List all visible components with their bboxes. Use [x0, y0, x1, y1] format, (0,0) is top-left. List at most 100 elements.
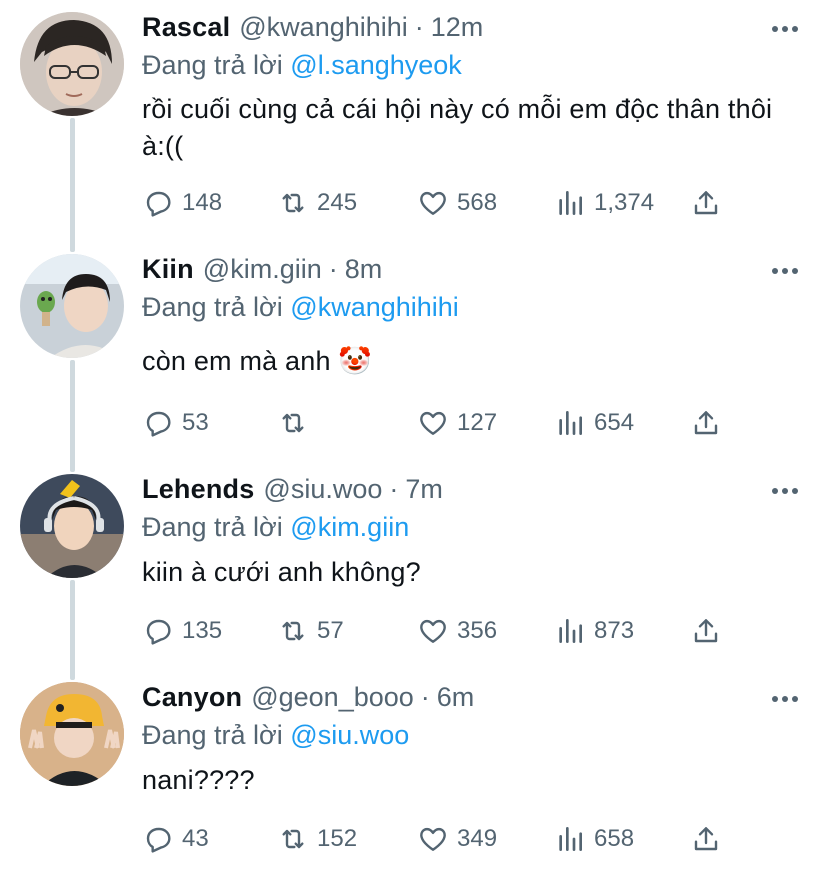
views-button[interactable]: 654 — [554, 407, 634, 439]
timestamp[interactable]: 6m — [437, 682, 475, 713]
views-button[interactable]: 873 — [554, 615, 634, 647]
reply-button[interactable]: 43 — [142, 823, 209, 855]
like-button[interactable]: 356 — [417, 615, 497, 647]
views-count: 873 — [594, 617, 635, 644]
mention-link[interactable]: @kwanghihihi — [290, 292, 459, 322]
retweet-icon — [282, 413, 304, 433]
separator-dot: · — [414, 12, 424, 42]
like-button[interactable]: 127 — [417, 407, 497, 439]
more-icon[interactable] — [772, 696, 798, 704]
tweet[interactable]: Rascal @kwanghihihi · 12m Đang trả lời @… — [0, 0, 828, 240]
like-button[interactable]: 349 — [417, 823, 497, 855]
share-button[interactable] — [690, 187, 722, 219]
views-count: 654 — [594, 409, 635, 436]
action-bar: 148 245 568 1,374 — [142, 187, 742, 219]
retweet-button[interactable] — [277, 407, 317, 439]
reply-count: 135 — [182, 617, 223, 644]
share-icon — [694, 827, 718, 851]
more-icon[interactable] — [772, 268, 798, 276]
share-button[interactable] — [690, 823, 722, 855]
mention-link[interactable]: @l.sanghyeok — [290, 50, 462, 80]
retweet-button[interactable]: 245 — [277, 187, 357, 219]
views-button[interactable]: 658 — [554, 823, 634, 855]
heart-icon — [420, 827, 446, 851]
display-name[interactable]: Rascal — [142, 12, 230, 43]
display-name[interactable]: Kiin — [142, 254, 194, 285]
reply-button[interactable]: 135 — [142, 615, 222, 647]
mention-link[interactable]: @siu.woo — [290, 720, 409, 750]
handle[interactable]: @geon_booo — [251, 682, 414, 713]
display-name[interactable]: Lehends — [142, 474, 254, 505]
more-icon[interactable] — [772, 488, 798, 496]
timestamp[interactable]: 8m — [345, 254, 383, 285]
replying-to: Đang trả lời @l.sanghyeok — [142, 50, 462, 81]
views-icon — [559, 619, 582, 643]
timestamp[interactable]: 7m — [405, 474, 443, 505]
views-icon — [559, 827, 582, 851]
heart-icon — [420, 191, 446, 215]
display-name[interactable]: Canyon — [142, 682, 242, 713]
retweet-button[interactable]: 152 — [277, 823, 357, 855]
views-count: 1,374 — [594, 189, 655, 216]
mention-link[interactable]: @kim.giin — [290, 512, 409, 542]
retweet-count: 57 — [317, 617, 344, 644]
avatar[interactable] — [20, 474, 124, 578]
handle[interactable]: @kwanghihihi — [239, 12, 408, 43]
retweet-icon — [282, 193, 304, 213]
views-icon — [559, 411, 582, 435]
reply-icon — [146, 191, 171, 217]
separator-dot: · — [420, 682, 430, 712]
tweet[interactable]: Canyon @geon_booo · 6m Đang trả lời @siu… — [0, 670, 828, 869]
like-count: 127 — [457, 409, 498, 436]
separator-dot: · — [328, 254, 338, 284]
reply-prefix: Đang trả lời — [142, 512, 283, 542]
share-icon — [694, 191, 718, 215]
reply-icon — [146, 411, 171, 437]
timestamp[interactable]: 12m — [431, 12, 484, 43]
tweet-text: còn em mà anh 🤡 — [142, 346, 373, 376]
like-button[interactable]: 568 — [417, 187, 497, 219]
avatar[interactable] — [20, 12, 124, 116]
share-icon — [694, 619, 718, 643]
action-bar: 53 127 654 — [142, 407, 742, 439]
action-bar: 43 152 349 658 — [142, 823, 742, 855]
action-bar: 135 57 356 873 — [142, 615, 742, 647]
like-count: 356 — [457, 617, 498, 644]
views-icon — [559, 191, 582, 215]
like-count: 349 — [457, 825, 498, 852]
reply-count: 148 — [182, 189, 223, 216]
tweet-header: Canyon @geon_booo · 6m — [142, 682, 474, 714]
reply-button[interactable]: 148 — [142, 187, 222, 219]
reply-prefix: Đang trả lời — [142, 292, 283, 322]
tweet-header: Rascal @kwanghihihi · 12m — [142, 12, 483, 44]
avatar[interactable] — [20, 682, 124, 786]
retweet-button[interactable]: 57 — [277, 615, 344, 647]
reply-icon — [146, 827, 171, 853]
share-button[interactable] — [690, 615, 722, 647]
share-button[interactable] — [690, 407, 722, 439]
retweet-icon — [282, 829, 304, 849]
tweet-header: Kiin @kim.giin · 8m — [142, 254, 382, 286]
tweet-text: kiin à cưới anh không? — [142, 557, 421, 587]
reply-prefix: Đang trả lời — [142, 50, 283, 80]
tweet-text: rồi cuối cùng cả cái hội này có mỗi em đ… — [142, 94, 773, 161]
like-count: 568 — [457, 189, 498, 216]
retweet-icon — [282, 621, 304, 641]
reply-button[interactable]: 53 — [142, 407, 209, 439]
share-icon — [694, 411, 718, 435]
views-button[interactable]: 1,374 — [554, 187, 654, 219]
retweet-count: 152 — [317, 825, 358, 852]
replying-to: Đang trả lời @kim.giin — [142, 512, 409, 543]
tweet[interactable]: Kiin @kim.giin · 8m Đang trả lời @kwangh… — [0, 242, 828, 460]
reply-prefix: Đang trả lời — [142, 720, 283, 750]
views-count: 658 — [594, 825, 635, 852]
reply-icon — [146, 619, 171, 645]
avatar[interactable] — [20, 254, 124, 358]
handle[interactable]: @kim.giin — [203, 254, 322, 285]
separator-dot: · — [389, 474, 399, 504]
tweet-text: nani???? — [142, 765, 255, 795]
heart-icon — [420, 619, 446, 643]
more-icon[interactable] — [772, 26, 798, 34]
handle[interactable]: @siu.woo — [263, 474, 382, 505]
tweet[interactable]: Lehends @siu.woo · 7m Đang trả lời @kim.… — [0, 462, 828, 668]
